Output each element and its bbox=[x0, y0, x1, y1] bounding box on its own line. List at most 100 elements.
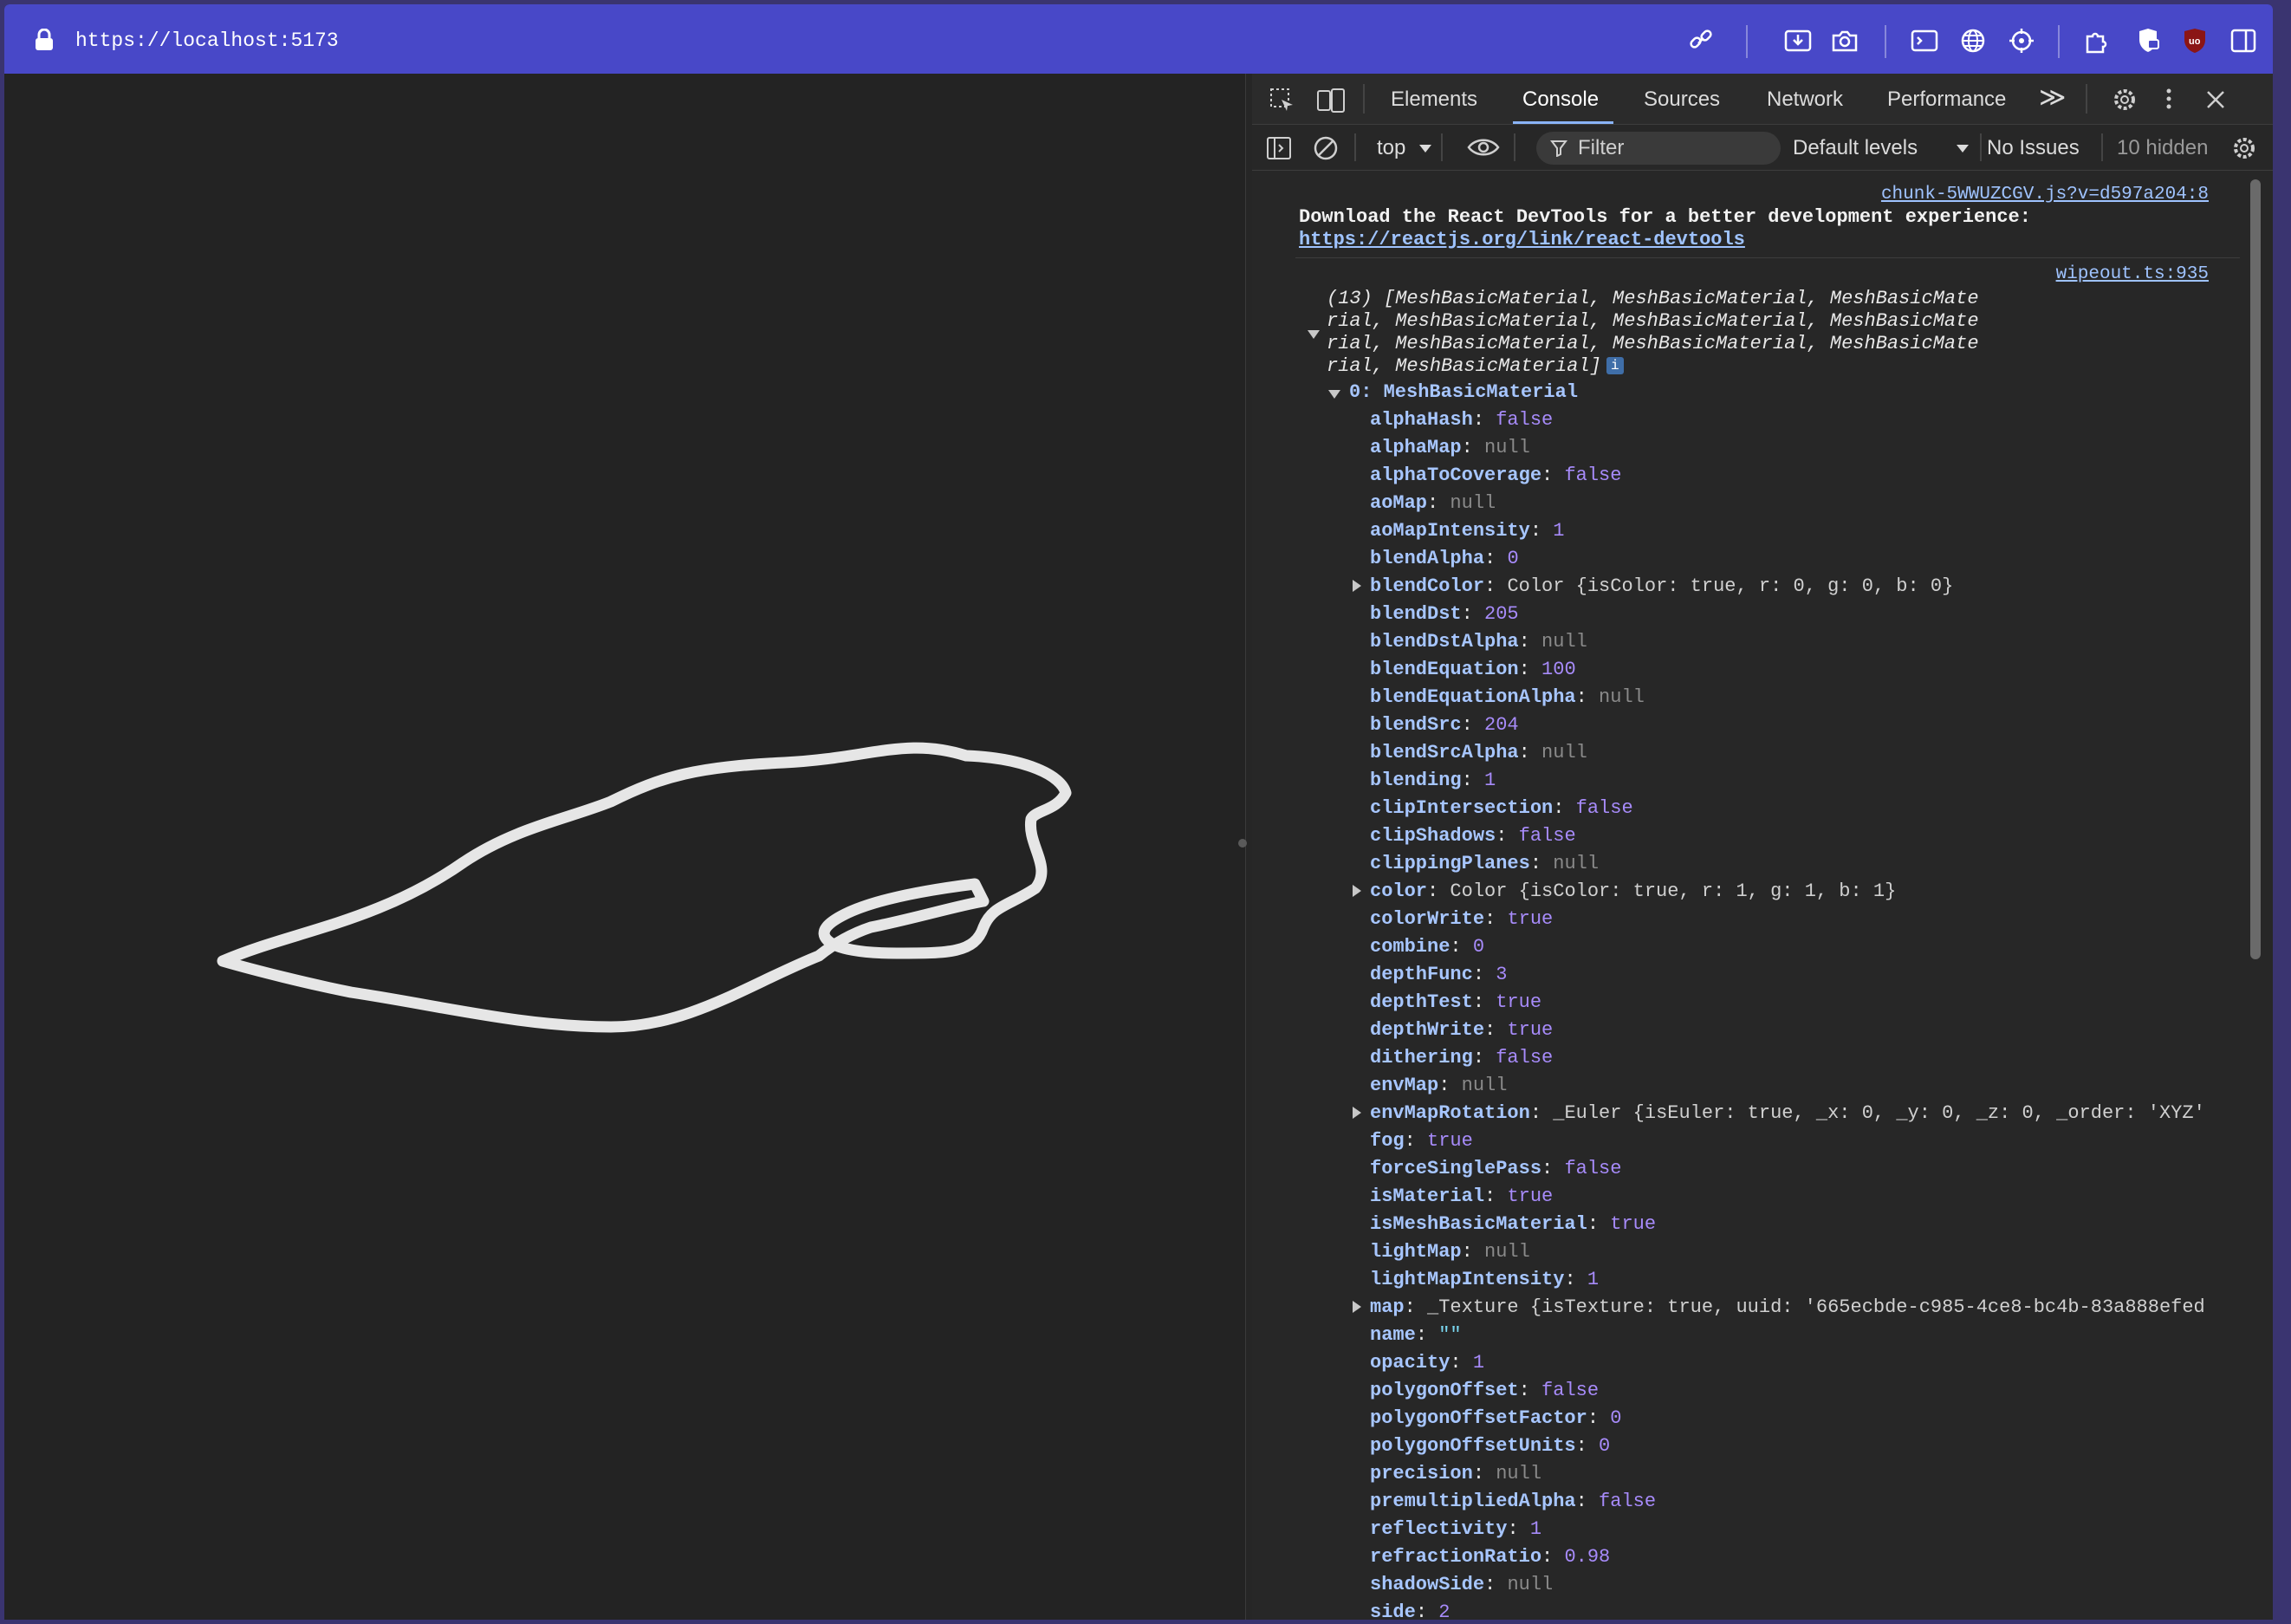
property-row[interactable]: aoMapIntensity: 1 bbox=[1370, 520, 1564, 542]
resize-grip[interactable] bbox=[1238, 839, 1247, 848]
more-tabs-icon[interactable]: ≫ bbox=[2039, 82, 2066, 113]
expand-triangle-icon[interactable] bbox=[1328, 390, 1340, 399]
track-outline-canvas[interactable] bbox=[4, 74, 1245, 1620]
property-row[interactable]: polygonOffsetUnits: 0 bbox=[1370, 1435, 1610, 1457]
inspect-element-icon[interactable] bbox=[1269, 88, 1295, 114]
property-row[interactable]: name: "" bbox=[1370, 1324, 1462, 1346]
chevron-down-icon[interactable] bbox=[1956, 144, 1970, 154]
context-selector[interactable]: top bbox=[1377, 136, 1405, 160]
expand-triangle-icon[interactable] bbox=[1353, 580, 1361, 592]
property-row[interactable]: colorWrite: true bbox=[1370, 908, 1553, 930]
chevron-down-icon[interactable] bbox=[1418, 144, 1432, 154]
sidebar-panel-icon[interactable] bbox=[1266, 135, 1292, 161]
property-row[interactable]: reflectivity: 1 bbox=[1370, 1518, 1541, 1540]
more-options-icon[interactable] bbox=[2160, 87, 2177, 113]
property-row[interactable]: envMap: null bbox=[1370, 1075, 1507, 1096]
filter-input[interactable]: Filter bbox=[1536, 132, 1781, 165]
console-output[interactable]: chunk-5WWUZCGV.js?v=d597a204:8 Download … bbox=[1252, 171, 2273, 1620]
scrollbar[interactable] bbox=[2250, 179, 2261, 959]
source-link[interactable]: chunk-5WWUZCGV.js?v=d597a204:8 bbox=[1881, 185, 2209, 205]
clear-console-icon[interactable] bbox=[1313, 135, 1339, 161]
property-row[interactable]: envMapRotation: _Euler {isEuler: true, _… bbox=[1353, 1102, 2205, 1124]
property-row[interactable]: forceSinglePass: false bbox=[1370, 1158, 1621, 1179]
extensions-icon[interactable] bbox=[2082, 25, 2113, 56]
url-text[interactable]: https://localhost:5173 bbox=[75, 29, 339, 52]
tab-performance[interactable]: Performance bbox=[1887, 88, 2006, 112]
expand-triangle-icon[interactable] bbox=[1353, 1107, 1361, 1119]
close-icon[interactable] bbox=[2203, 88, 2228, 112]
crosshair-icon[interactable] bbox=[2006, 25, 2037, 56]
camera-icon[interactable] bbox=[1829, 25, 1860, 56]
array-summary-line[interactable]: rial, MeshBasicMaterial, MeshBasicMateri… bbox=[1327, 333, 2202, 354]
property-row[interactable]: blendEquationAlpha: null bbox=[1370, 686, 1645, 708]
react-devtools-link[interactable]: https://reactjs.org/link/react-devtools bbox=[1299, 229, 1745, 250]
property-row[interactable]: depthWrite: true bbox=[1370, 1019, 1553, 1041]
expand-triangle-icon[interactable] bbox=[1353, 885, 1361, 897]
ublock-icon[interactable]: uo bbox=[2179, 25, 2210, 56]
page-viewport[interactable] bbox=[4, 74, 1245, 1620]
property-row[interactable]: polygonOffsetFactor: 0 bbox=[1370, 1407, 1621, 1429]
live-expression-eye-icon[interactable] bbox=[1467, 137, 1500, 158]
globe-icon[interactable] bbox=[1957, 25, 1989, 56]
property-row[interactable]: blendColor: Color {isColor: true, r: 0, … bbox=[1353, 575, 1953, 597]
property-row[interactable]: blendSrcAlpha: null bbox=[1370, 742, 1587, 763]
property-row[interactable]: side: 2 bbox=[1370, 1601, 1450, 1620]
settings-gear-icon[interactable] bbox=[2112, 87, 2138, 113]
property-row[interactable]: map: _Texture {isTexture: true, uuid: '6… bbox=[1353, 1296, 2205, 1318]
property-row[interactable]: clipShadows: false bbox=[1370, 825, 1576, 847]
tab-network[interactable]: Network bbox=[1767, 88, 1843, 112]
property-key: clipIntersection bbox=[1370, 797, 1554, 819]
property-row[interactable]: blending: 1 bbox=[1370, 770, 1496, 791]
property-row[interactable]: blendDst: 205 bbox=[1370, 603, 1519, 625]
property-key: fog bbox=[1370, 1130, 1405, 1152]
array-summary-line[interactable]: rial, MeshBasicMaterial] i bbox=[1327, 355, 2202, 377]
property-row[interactable]: dithering: false bbox=[1370, 1047, 1553, 1069]
expand-triangle-icon[interactable] bbox=[1308, 330, 1320, 339]
property-row[interactable]: blendAlpha: 0 bbox=[1370, 548, 1519, 569]
log-levels-dropdown[interactable]: Default levels bbox=[1793, 136, 1918, 160]
array-summary-line[interactable]: (13) [MeshBasicMaterial, MeshBasicMateri… bbox=[1327, 288, 2202, 309]
property-row[interactable]: isMeshBasicMaterial: true bbox=[1370, 1213, 1656, 1235]
tab-sources[interactable]: Sources bbox=[1644, 88, 1720, 112]
property-value: false bbox=[1575, 797, 1633, 819]
array-summary-line[interactable]: rial, MeshBasicMaterial, MeshBasicMateri… bbox=[1327, 310, 2202, 332]
property-value: false bbox=[1599, 1491, 1657, 1512]
expand-triangle-icon[interactable] bbox=[1353, 1301, 1361, 1313]
property-row[interactable]: depthFunc: 3 bbox=[1370, 964, 1507, 985]
info-icon[interactable]: i bbox=[1606, 357, 1624, 375]
property-row[interactable]: shadowSide: null bbox=[1370, 1574, 1553, 1595]
property-row[interactable]: alphaHash: false bbox=[1370, 409, 1553, 431]
property-row[interactable]: blendDstAlpha: null bbox=[1370, 631, 1587, 653]
property-row[interactable]: aoMap: null bbox=[1370, 492, 1496, 514]
tab-elements[interactable]: Elements bbox=[1391, 88, 1477, 112]
shield-lock-icon[interactable] bbox=[2132, 25, 2164, 56]
property-row[interactable]: refractionRatio: 0.98 bbox=[1370, 1546, 1610, 1568]
device-toolbar-icon[interactable] bbox=[1316, 88, 1346, 114]
property-row[interactable]: blendEquation: 100 bbox=[1370, 659, 1576, 680]
property-row[interactable]: alphaMap: null bbox=[1370, 437, 1530, 458]
property-row[interactable]: alphaToCoverage: false bbox=[1370, 464, 1621, 486]
tab-console[interactable]: Console bbox=[1522, 88, 1599, 112]
property-row[interactable]: combine: 0 bbox=[1370, 936, 1484, 958]
issues-counter[interactable]: No Issues bbox=[1987, 136, 2080, 160]
source-link[interactable]: wipeout.ts:935 bbox=[2056, 264, 2209, 284]
property-row[interactable]: polygonOffset: false bbox=[1370, 1380, 1599, 1401]
array-item-header[interactable]: 0: MeshBasicMaterial bbox=[1349, 381, 1578, 403]
property-row[interactable]: depthTest: true bbox=[1370, 991, 1541, 1013]
property-row[interactable]: lightMapIntensity: 1 bbox=[1370, 1269, 1599, 1290]
property-row[interactable]: isMaterial: true bbox=[1370, 1186, 1553, 1207]
terminal-icon[interactable] bbox=[1909, 25, 1940, 56]
property-row[interactable]: blendSrc: 204 bbox=[1370, 714, 1519, 736]
property-row[interactable]: clipIntersection: false bbox=[1370, 797, 1633, 819]
link-icon[interactable] bbox=[1685, 25, 1717, 56]
property-row[interactable]: clippingPlanes: null bbox=[1370, 853, 1599, 874]
property-row[interactable]: opacity: 1 bbox=[1370, 1352, 1484, 1374]
property-row[interactable]: premultipliedAlpha: false bbox=[1370, 1491, 1656, 1512]
property-row[interactable]: precision: null bbox=[1370, 1463, 1541, 1484]
property-row[interactable]: lightMap: null bbox=[1370, 1241, 1530, 1263]
property-row[interactable]: fog: true bbox=[1370, 1130, 1473, 1152]
console-settings-icon[interactable] bbox=[2231, 135, 2257, 161]
download-icon[interactable] bbox=[1782, 25, 1814, 56]
property-row[interactable]: color: Color {isColor: true, r: 1, g: 1,… bbox=[1353, 880, 1896, 902]
sidebar-toggle-icon[interactable] bbox=[2228, 25, 2259, 56]
